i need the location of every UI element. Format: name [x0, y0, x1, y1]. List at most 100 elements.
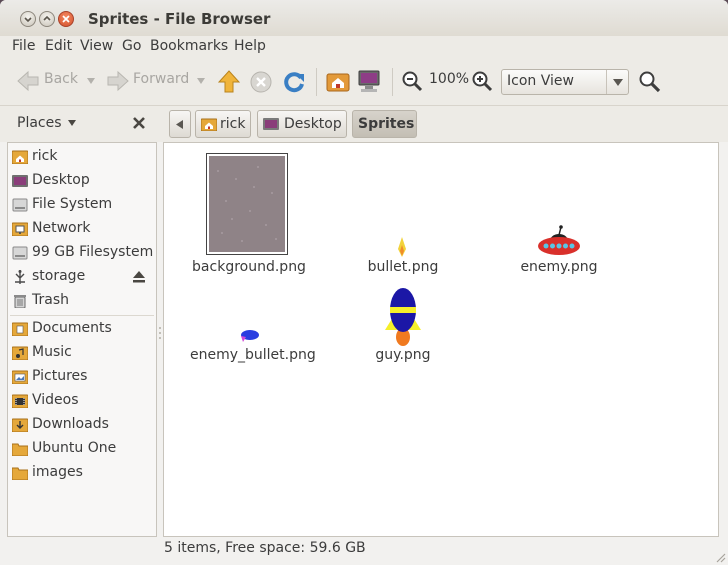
- music-folder-icon: [12, 346, 28, 360]
- sidebar-item-label: Network: [32, 220, 91, 236]
- breadcrumb-sprites[interactable]: Sprites: [352, 110, 417, 138]
- file-item-guy[interactable]: guy.png: [358, 283, 448, 363]
- icon-view[interactable]: background.png bullet.png enemy.png enem…: [163, 142, 719, 537]
- computer-icon[interactable]: [357, 69, 381, 93]
- file-item-background[interactable]: background.png: [190, 153, 308, 283]
- menu-bar: File Edit View Go Bookmarks Help: [0, 36, 728, 58]
- file-name: enemy.png: [520, 259, 598, 275]
- title-bar: Sprites - File Browser: [0, 0, 728, 36]
- breadcrumb-label: Sprites: [358, 116, 415, 132]
- sidebar-item-label: rick: [32, 148, 58, 164]
- file-name: guy.png: [375, 347, 431, 363]
- documents-folder-icon: [12, 322, 28, 336]
- view-mode-select[interactable]: Icon View: [501, 69, 629, 95]
- chevron-down-icon: [613, 79, 623, 86]
- forward-dropdown-icon: [197, 78, 205, 84]
- breadcrumb-desktop[interactable]: Desktop: [257, 110, 347, 138]
- sidebar-item-desktop[interactable]: Desktop: [8, 169, 156, 193]
- stop-icon[interactable]: [250, 71, 272, 93]
- desktop-icon: [12, 175, 28, 187]
- sidebar-item-pictures[interactable]: Pictures: [8, 365, 156, 389]
- toolbar-separator: [392, 68, 393, 96]
- file-item-bullet[interactable]: bullet.png: [358, 153, 448, 283]
- sidebar-item-file-system[interactable]: File System: [8, 193, 156, 217]
- places-dropdown[interactable]: Places: [17, 115, 76, 131]
- close-button[interactable]: [58, 11, 74, 27]
- places-label: Places: [17, 115, 62, 131]
- home-icon[interactable]: [326, 70, 350, 92]
- sidebar-item-label: Documents: [32, 320, 112, 336]
- file-name: bullet.png: [367, 259, 439, 275]
- forward-button[interactable]: Forward: [104, 66, 208, 96]
- network-icon: [12, 222, 28, 236]
- file-item-enemy[interactable]: enemy.png: [514, 153, 604, 283]
- breadcrumb-rick[interactable]: rick: [195, 110, 251, 138]
- videos-folder-icon: [12, 394, 28, 408]
- view-mode-value: Icon View: [507, 73, 574, 89]
- status-bar-text: 5 items, Free space: 59.6 GB: [164, 540, 366, 556]
- pane-resize-handle[interactable]: [158, 326, 162, 340]
- usb-drive-icon: [15, 270, 25, 284]
- menu-file[interactable]: File: [12, 38, 35, 54]
- sidebar-item-label: Pictures: [32, 368, 88, 384]
- reload-icon[interactable]: [282, 70, 306, 94]
- zoom-out-icon[interactable]: [401, 70, 423, 92]
- back-label: Back: [44, 71, 78, 87]
- zoom-in-icon[interactable]: [471, 70, 493, 92]
- sidebar-separator: [10, 315, 154, 316]
- desktop-icon: [263, 118, 279, 130]
- harddisk-icon: [12, 198, 28, 212]
- breadcrumb-label: rick: [220, 116, 246, 132]
- sidebar-item-music[interactable]: Music: [8, 341, 156, 365]
- sidebar-item-network[interactable]: Network: [8, 217, 156, 241]
- sidebar-item-label: Music: [32, 344, 72, 360]
- chevron-down-icon: [67, 120, 76, 126]
- file-item-enemy-bullet[interactable]: enemy_bullet.png: [190, 283, 316, 363]
- pictures-folder-icon: [12, 370, 28, 384]
- view-mode-dropdown[interactable]: [606, 70, 628, 94]
- enemy-bullet-thumbnail: [241, 330, 259, 342]
- sidebar-item-videos[interactable]: Videos: [8, 389, 156, 413]
- zoom-level: 100%: [429, 71, 470, 87]
- background-thumbnail: [206, 153, 288, 255]
- folder-icon: [12, 443, 28, 456]
- sidebar-item-images[interactable]: images: [8, 461, 156, 485]
- menu-view[interactable]: View: [80, 38, 113, 54]
- sidebar-item-ubuntu-one[interactable]: Ubuntu One: [8, 437, 156, 461]
- resize-grip-icon[interactable]: [714, 551, 726, 563]
- menu-help[interactable]: Help: [234, 38, 266, 54]
- sidebar-item-label: Downloads: [32, 416, 109, 432]
- sidebar-item-label: images: [32, 464, 83, 480]
- sidebar-item-label: Desktop: [32, 172, 90, 188]
- maximize-button[interactable]: [39, 11, 55, 27]
- close-sidebar-icon[interactable]: [132, 116, 146, 130]
- enemy-ufo-thumbnail: [538, 225, 580, 255]
- eject-icon[interactable]: [132, 270, 146, 284]
- menu-bookmarks[interactable]: Bookmarks: [150, 38, 228, 54]
- places-sidebar: rick Desktop File System Network 99 GB F…: [7, 142, 157, 537]
- minimize-icon: [24, 17, 32, 23]
- breadcrumb-back-button[interactable]: [169, 110, 191, 138]
- bullet-thumbnail: [398, 237, 406, 257]
- back-button[interactable]: Back: [14, 66, 100, 96]
- sidebar-item-rick[interactable]: rick: [8, 145, 156, 169]
- sidebar-item-trash[interactable]: Trash: [8, 289, 156, 313]
- close-icon: [62, 15, 70, 23]
- file-name: background.png: [192, 259, 306, 275]
- sidebar-item-99gb-filesystem[interactable]: 99 GB Filesystem: [8, 241, 156, 265]
- menu-edit[interactable]: Edit: [45, 38, 72, 54]
- minimize-button[interactable]: [20, 11, 36, 27]
- sidebar-item-documents[interactable]: Documents: [8, 317, 156, 341]
- forward-label: Forward: [133, 71, 190, 87]
- menu-go[interactable]: Go: [122, 38, 141, 54]
- home-folder-icon: [201, 118, 217, 131]
- harddisk-icon: [12, 246, 28, 260]
- go-up-icon[interactable]: [218, 70, 240, 94]
- home-folder-icon: [12, 150, 28, 164]
- go-back-icon: [17, 70, 39, 92]
- file-name: enemy_bullet.png: [190, 347, 316, 363]
- sidebar-item-downloads[interactable]: Downloads: [8, 413, 156, 437]
- sidebar-item-storage[interactable]: storage: [8, 265, 156, 289]
- chevron-left-icon: [176, 120, 183, 129]
- search-icon[interactable]: [638, 70, 662, 94]
